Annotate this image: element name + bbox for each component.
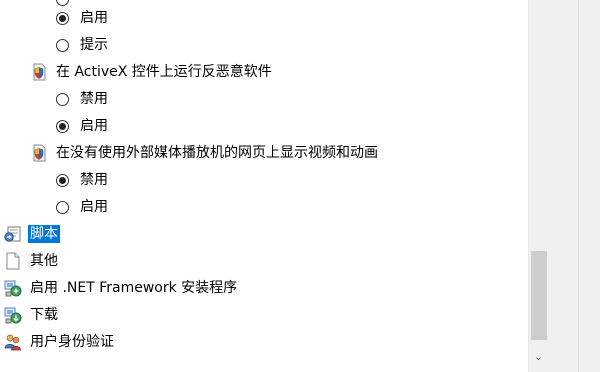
security-shield-icon <box>30 144 48 162</box>
category-label: 脚本 <box>28 225 60 243</box>
radio-selected[interactable] <box>56 11 69 25</box>
dialog-background <box>548 0 600 372</box>
option-row-enable-3[interactable]: 启用 <box>56 194 110 220</box>
option-row-prompt[interactable]: 提示 <box>56 32 110 58</box>
radio-unselected[interactable] <box>56 38 69 52</box>
category-label: 用户身份验证 <box>30 334 114 350</box>
category-dotnet[interactable]: 启用 .NET Framework 安装程序 <box>4 275 239 301</box>
vertical-scrollbar[interactable]: ⌄ <box>528 0 548 372</box>
option-row-enable-1[interactable]: 启用 <box>56 5 110 31</box>
blank-page-icon <box>4 252 22 270</box>
category-label: 启用 .NET Framework 安装程序 <box>30 280 238 296</box>
option-label: 启用 <box>80 10 108 26</box>
radio-selected[interactable] <box>56 173 69 187</box>
download-icon <box>4 306 22 324</box>
category-label: 其他 <box>30 253 58 269</box>
category-misc[interactable]: 其他 <box>4 248 60 274</box>
option-label: 启用 <box>80 199 108 215</box>
radio-unselected[interactable] <box>56 92 69 106</box>
option-row-enable-2[interactable]: 启用 <box>56 113 110 139</box>
setting-activex-antimalware[interactable]: 在 ActiveX 控件上运行反恶意软件 <box>30 59 274 85</box>
option-label: 禁用 <box>80 172 108 188</box>
category-scripting[interactable]: 脚本 <box>4 221 60 247</box>
scroll-down-arrow-icon[interactable]: ⌄ <box>529 348 548 365</box>
network-install-icon <box>4 279 22 297</box>
option-label: 禁用 <box>80 91 108 107</box>
category-label: 下载 <box>30 307 58 323</box>
option-label: 启用 <box>80 118 108 134</box>
radio-selected[interactable] <box>56 119 69 133</box>
setting-media-player[interactable]: 在没有使用外部媒体播放机的网页上显示视频和动画 <box>30 140 380 166</box>
option-row-disable-2[interactable]: 禁用 <box>56 86 110 112</box>
script-icon <box>4 225 22 243</box>
category-user-auth[interactable]: 用户身份验证 <box>4 329 116 355</box>
setting-label: 在 ActiveX 控件上运行反恶意软件 <box>56 64 272 80</box>
radio-unselected[interactable] <box>56 200 69 214</box>
security-settings-tree: 启用 提示 在 ActiveX 控件上运行反恶意软件 禁用 启用 在没有使用外部… <box>0 0 528 372</box>
category-downloads[interactable]: 下载 <box>4 302 60 328</box>
security-shield-icon <box>30 63 48 81</box>
scrollbar-thumb[interactable] <box>531 251 547 340</box>
option-label: 提示 <box>80 37 108 53</box>
option-row-disable-3[interactable]: 禁用 <box>56 167 110 193</box>
divider <box>578 0 579 372</box>
users-icon <box>4 333 22 351</box>
setting-label: 在没有使用外部媒体播放机的网页上显示视频和动画 <box>56 145 378 161</box>
